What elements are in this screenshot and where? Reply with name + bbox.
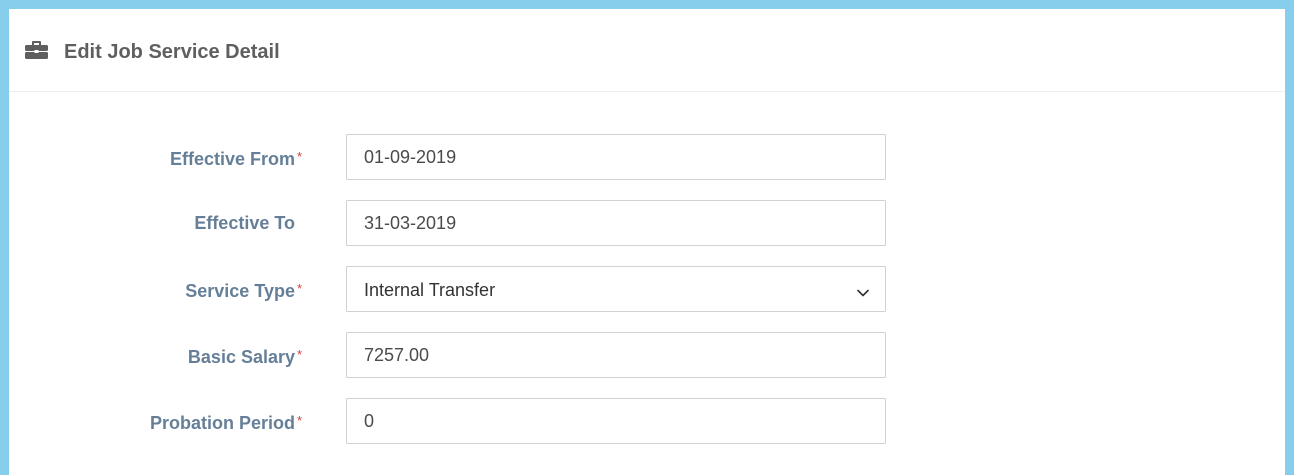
probation-period-label-group: Probation Period * xyxy=(150,410,306,436)
panel-header: Edit Job Service Detail xyxy=(9,9,1285,92)
required-marker: * xyxy=(297,347,303,362)
required-marker: * xyxy=(297,149,303,164)
edit-job-service-panel: Edit Job Service Detail Effective From * … xyxy=(9,9,1285,475)
effective-from-input[interactable] xyxy=(346,134,886,180)
basic-salary-row: Basic Salary * xyxy=(9,332,1285,378)
basic-salary-label: Basic Salary xyxy=(187,347,295,367)
effective-to-input[interactable] xyxy=(346,200,886,246)
service-type-select[interactable]: Internal Transfer xyxy=(346,266,886,312)
effective-from-row: Effective From * xyxy=(9,134,1285,180)
effective-to-row: Effective To xyxy=(9,200,1285,246)
probation-period-label: Probation Period xyxy=(149,413,295,433)
basic-salary-label-group: Basic Salary * xyxy=(188,344,306,370)
probation-period-row: Probation Period * xyxy=(9,398,1285,444)
briefcase-icon xyxy=(25,40,48,60)
basic-salary-input[interactable] xyxy=(346,332,886,378)
service-type-selected-value: Internal Transfer xyxy=(364,280,496,300)
effective-to-label-group: Effective To xyxy=(194,212,306,236)
service-type-label-group: Service Type * xyxy=(185,278,306,304)
required-marker: * xyxy=(297,281,303,296)
page-title: Edit Job Service Detail xyxy=(64,41,280,63)
service-type-label: Service Type xyxy=(185,281,295,301)
service-type-row: Service Type * Internal Transfer xyxy=(9,266,1285,312)
effective-from-label: Effective From xyxy=(169,149,295,169)
effective-to-label: Effective To xyxy=(194,213,295,233)
effective-from-label-group: Effective From * xyxy=(170,146,306,172)
probation-period-input[interactable] xyxy=(346,398,886,444)
required-marker: * xyxy=(297,413,303,428)
chevron-down-icon xyxy=(857,284,869,297)
